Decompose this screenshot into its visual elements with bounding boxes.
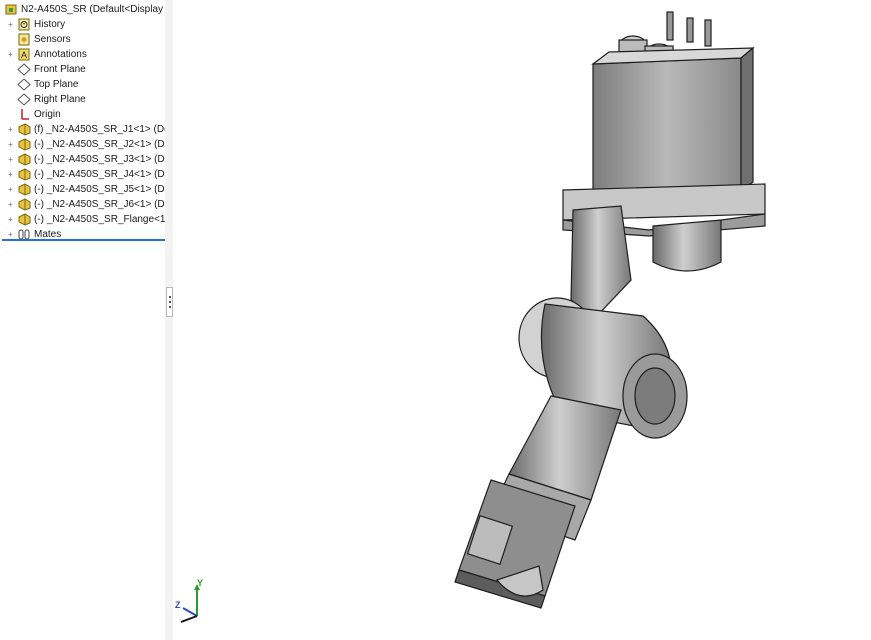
tree-item-label: History bbox=[34, 19, 66, 30]
expand-icon[interactable]: + bbox=[6, 50, 15, 59]
annotations-icon: A bbox=[17, 48, 31, 61]
plane-icon bbox=[17, 78, 31, 91]
tree-item-label: Front Plane bbox=[34, 64, 86, 75]
expand-icon[interactable]: + bbox=[6, 185, 15, 194]
tree-item-origin[interactable]: Origin bbox=[0, 107, 165, 122]
tree-root-label: N2-A450S_SR (Default<Display S bbox=[21, 4, 165, 15]
tree-item-label: (-) _N2-A450S_SR_Flange<1> bbox=[34, 214, 165, 225]
tree-item-label: (-) _N2-A450S_SR_J5<1> (Def bbox=[34, 184, 165, 195]
expand-icon[interactable]: + bbox=[6, 170, 15, 179]
tree-item-n2-a450s-sr-j2-1-def[interactable]: + (-) _N2-A450S_SR_J2<1> (Def bbox=[0, 137, 165, 152]
tree-item-label: Sensors bbox=[34, 34, 71, 45]
plane-icon bbox=[17, 63, 31, 76]
orientation-triad: Y Z bbox=[173, 578, 213, 628]
tree-item-label: (-) _N2-A450S_SR_J2<1> (Def bbox=[34, 139, 165, 150]
triad-z-label: Z bbox=[175, 600, 181, 610]
tree-item-label: (-) _N2-A450S_SR_J6<1> (Def bbox=[34, 199, 165, 210]
part-icon bbox=[17, 198, 31, 211]
history-icon bbox=[17, 18, 31, 31]
graphics-viewport[interactable] bbox=[173, 0, 871, 640]
expand-icon[interactable]: + bbox=[6, 215, 15, 224]
triad-y-label: Y bbox=[197, 578, 204, 588]
part-icon bbox=[17, 138, 31, 151]
expand-icon[interactable]: + bbox=[6, 20, 15, 29]
part-icon bbox=[17, 213, 31, 226]
tree-item-f-n2-a450s-sr-j1-1-def[interactable]: + (f) _N2-A450S_SR_J1<1> (Def bbox=[0, 122, 165, 137]
sensors-icon bbox=[17, 33, 31, 46]
tree-item-top-plane[interactable]: Top Plane bbox=[0, 77, 165, 92]
part-icon bbox=[17, 168, 31, 181]
part-icon bbox=[17, 183, 31, 196]
collapse-handle[interactable] bbox=[166, 287, 173, 317]
tree-item-n2-a450s-sr-j3-1-def[interactable]: + (-) _N2-A450S_SR_J3<1> (Def bbox=[0, 152, 165, 167]
assembly-icon bbox=[4, 3, 18, 16]
svg-text:A: A bbox=[21, 50, 27, 60]
tree-item-n2-a450s-sr-j4-1-def[interactable]: + (-) _N2-A450S_SR_J4<1> (Def bbox=[0, 167, 165, 182]
tree-item-label: (f) _N2-A450S_SR_J1<1> (Def bbox=[34, 124, 165, 135]
tree-item-sensors[interactable]: Sensors bbox=[0, 32, 165, 47]
robot-model[interactable] bbox=[454, 11, 766, 609]
tree-item-n2-a450s-sr-j6-1-def[interactable]: + (-) _N2-A450S_SR_J6<1> (Def bbox=[0, 197, 165, 212]
tree-item-label: Right Plane bbox=[34, 94, 86, 105]
plane-icon bbox=[17, 93, 31, 106]
tree-item-label: (-) _N2-A450S_SR_J3<1> (Def bbox=[34, 154, 165, 165]
part-icon bbox=[17, 123, 31, 136]
feature-manager-tree: N2-A450S_SR (Default<Display S + History S… bbox=[0, 0, 166, 640]
tree-item-label: (-) _N2-A450S_SR_J4<1> (Def bbox=[34, 169, 165, 180]
tree-item-annotations[interactable]: + A Annotations bbox=[0, 47, 165, 62]
expand-icon[interactable]: + bbox=[6, 125, 15, 134]
panel-splitter[interactable] bbox=[165, 0, 173, 640]
expand-icon[interactable]: + bbox=[6, 155, 15, 164]
tree-item-n2-a450s-sr-flange-1[interactable]: + (-) _N2-A450S_SR_Flange<1> bbox=[0, 212, 165, 227]
tree-item-label: Annotations bbox=[34, 49, 87, 60]
part-icon bbox=[17, 153, 31, 166]
expand-icon[interactable]: + bbox=[6, 140, 15, 149]
tree-root[interactable]: N2-A450S_SR (Default<Display S bbox=[0, 2, 165, 17]
tree-item-n2-a450s-sr-j5-1-def[interactable]: + (-) _N2-A450S_SR_J5<1> (Def bbox=[0, 182, 165, 197]
tree-item-label: Origin bbox=[34, 109, 61, 120]
tree-item-history[interactable]: + History bbox=[0, 17, 165, 32]
rollback-bar[interactable] bbox=[2, 239, 165, 241]
origin-icon bbox=[17, 108, 31, 121]
expand-icon[interactable]: + bbox=[6, 200, 15, 209]
tree-item-label: Top Plane bbox=[34, 79, 79, 90]
tree-item-front-plane[interactable]: Front Plane bbox=[0, 62, 165, 77]
tree-item-right-plane[interactable]: Right Plane bbox=[0, 92, 165, 107]
expand-icon[interactable]: + bbox=[6, 230, 15, 239]
